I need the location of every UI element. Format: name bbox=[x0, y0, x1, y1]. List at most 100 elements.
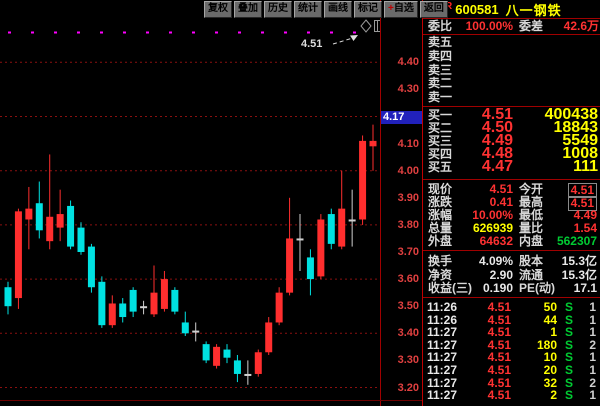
field-label: 涨幅 bbox=[428, 209, 452, 222]
candle-body bbox=[213, 347, 220, 366]
field-value: 562307 bbox=[557, 235, 597, 248]
divider bbox=[423, 297, 600, 298]
candle-body bbox=[57, 214, 64, 228]
candle-body bbox=[109, 303, 116, 325]
chart-bottom-border bbox=[0, 400, 422, 401]
axis-price-label: 3.40 bbox=[398, 327, 419, 339]
price-arrow-head bbox=[350, 35, 358, 41]
stock-terminal: 4.51 复权 叠加 历史 统计 画线 标记 +自选 返回 4.17 4.404… bbox=[0, 0, 600, 406]
axis-price-label: 3.90 bbox=[398, 192, 419, 204]
weibi-value: 100.00% bbox=[466, 20, 513, 33]
snapshot-row: 涨跌 0.41 最高 4.51 bbox=[423, 196, 600, 209]
price-axis: 4.17 4.404.304.104.003.903.803.703.603.5… bbox=[380, 0, 423, 406]
axis-price-label: 3.80 bbox=[398, 219, 419, 231]
snapshot-row: 外盘 64632 内盘 562307 bbox=[423, 235, 600, 248]
stock-code: 600581 bbox=[455, 2, 498, 17]
tick-row: 11:264.5150S1 bbox=[423, 301, 600, 314]
fundamentals-grid: 换手 4.09% 股本 15.3亿 净资 2.90 流通 15.3亿 收益(三)… bbox=[423, 255, 600, 296]
snapshot-row: 现价 4.51 今开 4.51 bbox=[423, 183, 600, 196]
field-label: 总量 bbox=[428, 222, 452, 235]
divider bbox=[423, 250, 600, 251]
candle-body bbox=[36, 203, 43, 230]
plus-icon: + bbox=[388, 3, 394, 14]
field-label: 今开 bbox=[519, 183, 543, 196]
field-label: 股本 bbox=[519, 255, 543, 269]
buy-levels: 买一 4.51 400438 买二 4.50 18843 买三 4.49 554… bbox=[423, 109, 600, 173]
field-value: 15.3亿 bbox=[562, 269, 597, 283]
tick-list[interactable]: 11:264.5150S111:264.5144S111:274.511S111… bbox=[423, 301, 600, 402]
buy-volume: 111 bbox=[573, 161, 598, 174]
candle-body bbox=[276, 293, 283, 323]
candle-body bbox=[317, 219, 324, 276]
sell-level-5[interactable]: 卖五 bbox=[423, 36, 600, 50]
toolbar-button-lishi[interactable]: 历史 bbox=[264, 1, 292, 18]
axis-price-label: 4.00 bbox=[398, 165, 419, 177]
candle-body bbox=[98, 282, 105, 325]
axis-price-label: 4.30 bbox=[398, 83, 419, 95]
candle-body bbox=[286, 238, 293, 292]
field-label: 涨跌 bbox=[428, 196, 452, 209]
field-label: 流通 bbox=[519, 269, 543, 283]
snapshot-row: 总量 626939 量比 1.54 bbox=[423, 222, 600, 235]
axis-price-label: 3.30 bbox=[398, 354, 419, 366]
buy-label: 买五 bbox=[428, 161, 452, 174]
candle-body bbox=[130, 290, 137, 312]
field-value: 4.09% bbox=[479, 255, 513, 269]
candle-body bbox=[359, 141, 366, 220]
toolbar-button-huaxian[interactable]: 画线 bbox=[324, 1, 352, 18]
toolbar-button-back[interactable]: 返回 bbox=[420, 1, 448, 18]
buy-level-5[interactable]: 买五 4.47 111 bbox=[423, 161, 600, 174]
axis-price-label: 3.70 bbox=[398, 246, 419, 258]
candle-body bbox=[15, 211, 22, 298]
kline-chart[interactable]: 4.51 bbox=[0, 0, 380, 406]
candle-body bbox=[234, 360, 241, 374]
candle-body bbox=[244, 374, 251, 376]
quote-panel: R 600581 八一钢铁 委比 100.00% 委差 42.6万 卖五 卖四 … bbox=[422, 0, 600, 406]
toolbar-button-fuquan[interactable]: 复权 bbox=[204, 1, 232, 18]
weibi-label: 委比 bbox=[428, 20, 452, 33]
fundamentals-row: 净资 2.90 流通 15.3亿 bbox=[423, 269, 600, 283]
buy-label: 买四 bbox=[428, 148, 452, 161]
divider bbox=[423, 179, 600, 180]
toolbar-button-tongji[interactable]: 统计 bbox=[294, 1, 322, 18]
buy-label: 买二 bbox=[428, 122, 452, 135]
axis-price-label: 3.20 bbox=[398, 382, 419, 394]
field-value: 17.1 bbox=[574, 282, 597, 296]
axis-price-label: 3.50 bbox=[398, 300, 419, 312]
buy-label: 买三 bbox=[428, 135, 452, 148]
snapshot-row: 涨幅 10.00% 最低 4.49 bbox=[423, 209, 600, 222]
candle-body bbox=[224, 350, 231, 358]
fundamentals-row: 换手 4.09% 股本 15.3亿 bbox=[423, 255, 600, 269]
candle-body bbox=[119, 303, 126, 317]
buy-price: 4.47 bbox=[482, 161, 513, 174]
tick-row: 11:274.5120S1 bbox=[423, 364, 600, 377]
field-label: 最高 bbox=[519, 196, 543, 209]
toolbar-button-diejia[interactable]: 叠加 bbox=[234, 1, 262, 18]
candle-body bbox=[297, 238, 304, 240]
chart-toolbar: 复权 叠加 历史 统计 画线 标记 +自选 返回 bbox=[204, 0, 424, 18]
candle-body bbox=[151, 293, 158, 315]
price-axis-tag: 4.17 bbox=[381, 111, 422, 124]
fundamentals-row: 收益(三) 0.190 PE(动) 17.1 bbox=[423, 282, 600, 296]
tick-row: 11:274.512S1 bbox=[423, 389, 600, 402]
toolbar-button-add-watchlist[interactable]: +自选 bbox=[384, 1, 418, 18]
candle-body bbox=[182, 322, 189, 333]
candle-body bbox=[25, 209, 32, 220]
field-label: 外盘 bbox=[428, 235, 452, 248]
field-label: 换手 bbox=[428, 255, 452, 269]
candle-body bbox=[192, 331, 199, 333]
diamond-tool-icon[interactable] bbox=[361, 20, 371, 32]
toolbar-button-biaoji[interactable]: 标记 bbox=[354, 1, 382, 18]
axis-price-label: 3.60 bbox=[398, 273, 419, 285]
field-label: 内盘 bbox=[519, 235, 543, 248]
stock-header: R 600581 八一钢铁 bbox=[423, 0, 600, 18]
field-value: 4.49 bbox=[574, 209, 597, 222]
kline-chart-area[interactable]: 4.51 bbox=[0, 0, 380, 406]
sell-level-1[interactable]: 卖一 bbox=[423, 91, 600, 105]
sell-level-4[interactable]: 卖四 bbox=[423, 50, 600, 64]
weicha-value: 42.6万 bbox=[564, 20, 599, 33]
candle-body bbox=[328, 214, 335, 244]
candle-body bbox=[307, 257, 314, 279]
candle-body bbox=[171, 290, 178, 312]
field-value: 1.54 bbox=[574, 222, 597, 235]
